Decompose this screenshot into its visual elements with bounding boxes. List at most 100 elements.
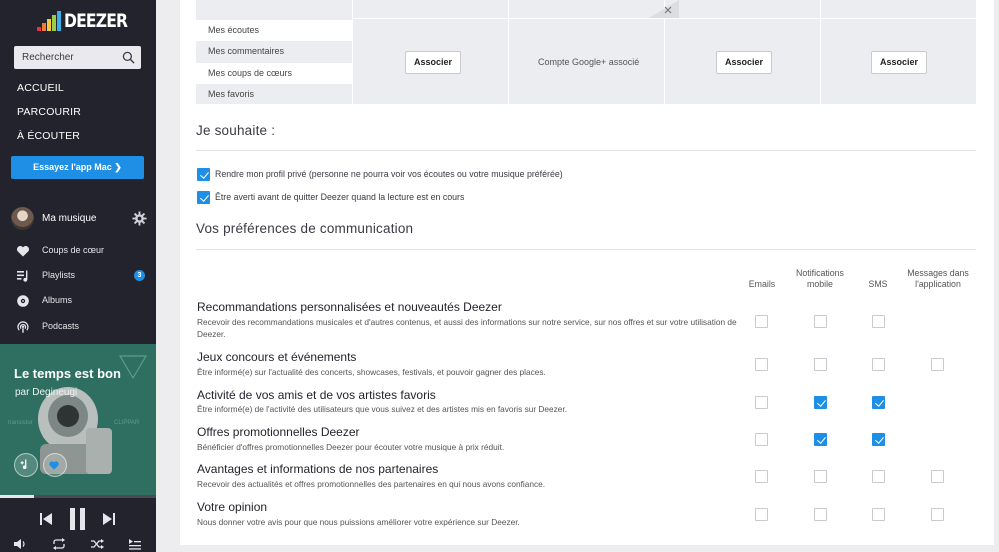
- permission-item: Mes favoris: [208, 88, 255, 99]
- checkbox-in-app-messages[interactable]: [931, 508, 944, 521]
- checkbox-sms[interactable]: [872, 433, 885, 446]
- sidebar-item-label: Podcasts: [42, 321, 80, 331]
- preference-title: Recommandations personnalisées et nouvea…: [197, 300, 502, 314]
- now-playing-artist[interactable]: par Degineugi: [15, 387, 77, 398]
- my-music-link[interactable]: Ma musique: [11, 207, 151, 231]
- checkbox-emails[interactable]: [755, 315, 768, 328]
- checkbox-emails[interactable]: [755, 396, 768, 409]
- sidebar-item-playlists[interactable]: Playlists 3: [16, 268, 151, 284]
- checkbox-emails[interactable]: [755, 470, 768, 483]
- nav-parcourir[interactable]: PARCOURIR: [17, 106, 81, 118]
- preference-description: Recevoir des actualités et offres promot…: [197, 479, 546, 489]
- warn-before-quit-checkbox[interactable]: [197, 191, 210, 204]
- sidebar: DEEZER Rechercher ACCUEIL PARCOURIR À ÉC…: [0, 0, 156, 552]
- associate-twitter-button[interactable]: Associer: [716, 51, 773, 74]
- private-profile-checkbox[interactable]: [197, 168, 210, 181]
- queue-icon[interactable]: [128, 538, 142, 550]
- preference-title: Jeux concours et événements: [197, 350, 357, 364]
- next-icon[interactable]: [101, 511, 117, 527]
- checkbox-in-app-messages[interactable]: [931, 358, 944, 371]
- deezer-logo[interactable]: DEEZER: [37, 11, 141, 31]
- now-playing-title[interactable]: Le temps est bon: [14, 366, 121, 381]
- player-controls: [0, 498, 156, 552]
- column-header-emails: Emails: [748, 279, 776, 289]
- permissions-list: Mes écoutes Mes commentaires Mes coups d…: [196, 20, 352, 105]
- preference-description: Nous donner votre avis pour que nous pui…: [197, 517, 520, 527]
- checkbox-sms[interactable]: [872, 358, 885, 371]
- checkbox-sms[interactable]: [872, 315, 885, 328]
- preference-title: Offres promotionnelles Deezer: [197, 425, 360, 439]
- search-placeholder: Rechercher: [22, 52, 74, 63]
- wishes-heading: Je souhaite :: [196, 123, 276, 138]
- google-account-status: Compte Google+ associé: [538, 57, 640, 67]
- checkbox-emails[interactable]: [755, 433, 768, 446]
- logo-text: DEEZER: [64, 10, 128, 32]
- sidebar-item-label: Coups de cœur: [42, 245, 105, 255]
- preference-title: Activité de vos amis et de vos artistes …: [197, 388, 436, 402]
- associate-other-account-button[interactable]: Associer: [871, 51, 928, 74]
- sidebar-item-favorites[interactable]: Coups de cœur: [16, 243, 151, 259]
- sidebar-item-label: Playlists: [42, 270, 76, 280]
- checkbox-sms[interactable]: [872, 396, 885, 409]
- associate-facebook-button[interactable]: Associer: [405, 51, 462, 74]
- communication-heading: Vos préférences de communication: [196, 221, 414, 236]
- favorite-button[interactable]: [43, 453, 67, 477]
- previous-icon[interactable]: [38, 511, 54, 527]
- preference-description: Recevoir des recommandations musicales e…: [197, 317, 737, 339]
- now-playing-panel[interactable]: transistor CLIPPAR Le temps est bon par …: [0, 344, 156, 497]
- sidebar-item-albums[interactable]: Albums: [16, 293, 151, 309]
- permission-item: Mes coups de cœurs: [196, 62, 352, 84]
- playlist-icon: [17, 270, 28, 282]
- svg-text:transistor: transistor: [8, 420, 33, 426]
- page-bottom: [180, 545, 994, 552]
- close-icon[interactable]: [649, 0, 679, 18]
- checkbox-emails[interactable]: [755, 508, 768, 521]
- private-profile-label[interactable]: Rendre mon profil privé (personne ne pou…: [215, 169, 563, 179]
- column-header-in-app-messages: Messages dans l'application: [907, 268, 969, 289]
- column-header-mobile-notifications: Notifications mobile: [796, 268, 844, 289]
- column-header-sms: SMS: [868, 279, 888, 289]
- preference-title: Avantages et informations de nos partena…: [197, 462, 439, 476]
- equalizer-logo-icon: [37, 11, 61, 31]
- search-icon[interactable]: [122, 51, 135, 64]
- checkbox-mobile-notifications[interactable]: [814, 433, 827, 446]
- preference-description: Bénéficier d'offres promotionnelles Deez…: [197, 442, 505, 452]
- checkbox-in-app-messages[interactable]: [931, 470, 944, 483]
- album-icon: [17, 295, 29, 307]
- gear-icon[interactable]: [132, 211, 147, 226]
- checkbox-mobile-notifications[interactable]: [814, 358, 827, 371]
- preference-description: Être informé(e) de l'activité des utilis…: [197, 404, 568, 414]
- checkbox-emails[interactable]: [755, 358, 768, 371]
- checkbox-sms[interactable]: [872, 508, 885, 521]
- sidebar-item-label: Albums: [42, 295, 73, 305]
- heart-icon: [49, 461, 59, 470]
- svg-text:CLIPPAR: CLIPPAR: [114, 420, 140, 426]
- column-divider: [508, 0, 509, 104]
- nav-a-ecouter[interactable]: À ÉCOUTER: [17, 130, 80, 142]
- row-divider: [353, 18, 976, 19]
- permission-item: Mes écoutes: [196, 20, 352, 42]
- preference-title: Votre opinion: [197, 500, 268, 514]
- divider: [196, 150, 976, 151]
- preference-description: Être informé(e) sur l'actualité des conc…: [197, 367, 546, 377]
- try-mac-app-button[interactable]: Essayez l'app Mac ❯: [11, 156, 144, 179]
- search-input[interactable]: Rechercher: [14, 46, 141, 69]
- sidebar-item-podcasts[interactable]: Podcasts: [16, 319, 151, 335]
- warn-before-quit-label[interactable]: Être averti avant de quitter Deezer quan…: [215, 192, 464, 202]
- podcast-icon: [17, 321, 29, 333]
- add-to-playlist-button[interactable]: [14, 453, 38, 477]
- checkbox-sms[interactable]: [872, 470, 885, 483]
- checkbox-mobile-notifications[interactable]: [814, 315, 827, 328]
- nav-accueil[interactable]: ACCUEIL: [17, 82, 64, 94]
- pause-icon[interactable]: [67, 507, 89, 531]
- checkbox-mobile-notifications[interactable]: [814, 396, 827, 409]
- checkbox-mobile-notifications[interactable]: [814, 508, 827, 521]
- checkbox-mobile-notifications[interactable]: [814, 470, 827, 483]
- divider: [196, 249, 976, 250]
- playlist-count-badge: 3: [134, 270, 145, 281]
- avatar[interactable]: [11, 207, 34, 230]
- volume-icon[interactable]: [13, 538, 27, 550]
- repeat-icon[interactable]: [52, 538, 66, 550]
- shuffle-icon[interactable]: [90, 538, 104, 550]
- settings-main-panel: Mes écoutes Mes commentaires Mes coups d…: [180, 0, 994, 552]
